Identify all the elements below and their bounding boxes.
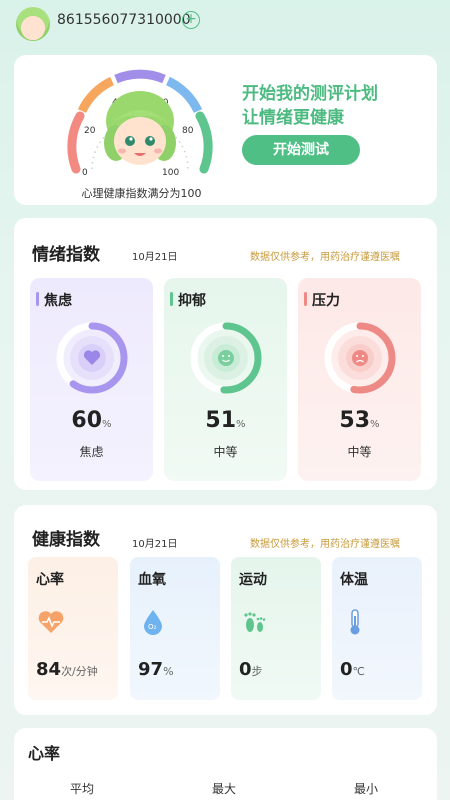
stress-ring <box>322 320 398 396</box>
hero-card: 0 20 40 60 80 100 心理健康指数满分为10 <box>14 55 437 205</box>
hero-title-line1: 开始我的测评计划 <box>242 84 378 104</box>
section-title: 情绪指数 <box>32 245 100 265</box>
heart-rate-icon <box>36 607 66 637</box>
blood-oxygen-tile[interactable]: 血氧 O₂ 97% <box>130 557 220 700</box>
anxiety-tile[interactable]: 焦虑 60% 焦虑 <box>30 278 153 481</box>
column-min: 最小 <box>354 782 379 796</box>
hero-title-line2: 让情绪更健康 <box>242 108 344 128</box>
avatar[interactable] <box>16 7 50 41</box>
tile-label: 血氧 <box>138 572 166 588</box>
depression-tile[interactable]: 抑郁 51% 中等 <box>164 278 287 481</box>
start-test-button[interactable]: 开始测试 <box>242 135 360 165</box>
tile-accent <box>36 292 39 306</box>
mental-health-gauge: 0 20 40 60 80 100 <box>54 61 224 191</box>
column-max: 最大 <box>212 782 237 796</box>
section-title: 健康指数 <box>32 530 100 550</box>
footprint-icon <box>239 607 269 637</box>
tile-value: 51% <box>205 408 246 433</box>
depression-ring <box>188 320 264 396</box>
gauge-tick: 0 <box>82 168 88 178</box>
tile-value: 0℃ <box>340 659 365 680</box>
tile-label: 体温 <box>340 572 368 588</box>
thermometer-icon <box>340 607 370 637</box>
top-bar: 861556077310000 + <box>0 0 450 48</box>
tile-level: 中等 <box>347 445 372 459</box>
emotion-index-card: 情绪指数 10月21日 数据仅供参考，用药治疗谨遵医嘱 焦虑 60% 焦虑 抑郁 <box>14 218 437 490</box>
mascot-image <box>104 91 176 173</box>
gauge-tick: 100 <box>162 168 179 178</box>
tile-value: 97% <box>138 659 174 680</box>
tile-level: 焦虑 <box>79 445 104 459</box>
exercise-tile[interactable]: 运动 0步 <box>231 557 321 700</box>
gauge-tick: 20 <box>84 126 96 136</box>
heart-rate-card: 心率 平均 最大 最小 <box>14 728 437 800</box>
temperature-tile[interactable]: 体温 0℃ <box>332 557 422 700</box>
tile-value: 84次/分钟 <box>36 659 98 680</box>
health-index-card: 健康指数 10月21日 数据仅供参考，用药治疗谨遵医嘱 心率 84次/分钟 血氧… <box>14 505 437 715</box>
anxiety-ring <box>54 320 130 396</box>
tile-value: 0步 <box>239 659 263 680</box>
svg-text:O₂: O₂ <box>148 623 157 631</box>
tile-label: 抑郁 <box>178 293 206 309</box>
tile-label: 压力 <box>312 293 340 309</box>
gauge-tick: 80 <box>182 126 194 136</box>
tile-label: 运动 <box>239 572 267 588</box>
gauge-caption: 心理健康指数满分为100 <box>81 187 202 200</box>
tile-accent <box>304 292 307 306</box>
section-date: 10月21日 <box>132 539 178 550</box>
stress-tile[interactable]: 压力 53% 中等 <box>298 278 421 481</box>
tile-value: 60% <box>71 408 112 433</box>
plus-circle-icon[interactable]: + <box>182 11 200 29</box>
user-phone: 861556077310000 <box>57 12 191 28</box>
tile-label: 焦虑 <box>44 293 72 309</box>
column-average: 平均 <box>70 782 95 796</box>
oxygen-drop-icon: O₂ <box>138 607 168 637</box>
sad-icon <box>352 350 368 366</box>
section-date: 10月21日 <box>132 252 178 263</box>
heart-rate-tile[interactable]: 心率 84次/分钟 <box>28 557 118 700</box>
tile-accent <box>170 292 173 306</box>
tile-label: 心率 <box>36 572 64 588</box>
disclaimer-note: 数据仅供参考，用药治疗谨遵医嘱 <box>250 539 400 550</box>
disclaimer-note: 数据仅供参考，用药治疗谨遵医嘱 <box>250 252 400 263</box>
smile-icon <box>218 350 234 366</box>
section-title: 心率 <box>28 744 61 763</box>
tile-level: 中等 <box>213 445 238 459</box>
tile-value: 53% <box>339 408 380 433</box>
